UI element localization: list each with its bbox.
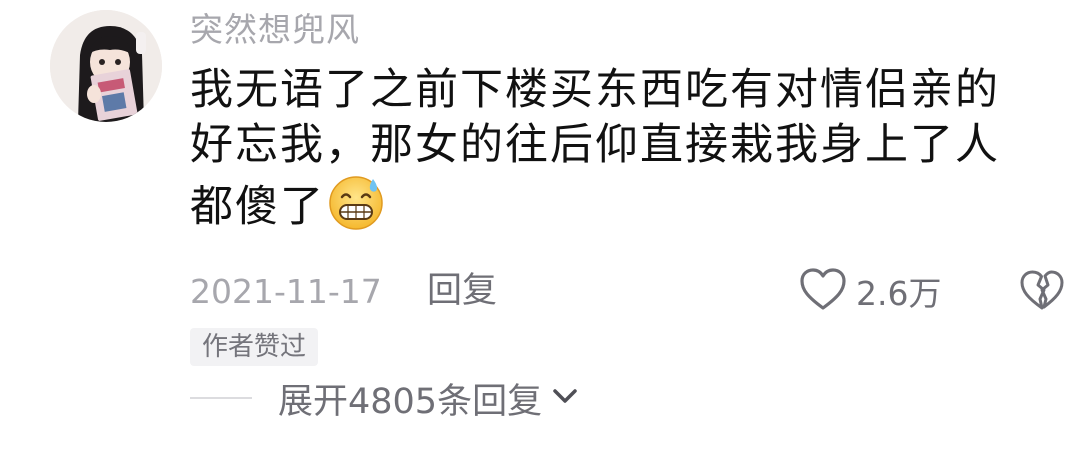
broken-heart-icon xyxy=(1018,270,1066,316)
comment-text-line: 都傻了 xyxy=(190,173,1050,232)
avatar[interactable] xyxy=(50,10,162,122)
comment-text-line: 我无语了之前下楼买东西吃有对情侣亲的 xyxy=(190,65,1000,115)
comment-text: 我无语了之前下楼买东西吃有对情侣亲的 好忘我，那女的往后仰直接栽我身上了人 都傻… xyxy=(190,63,1050,232)
comment-date: 2021-11-17 xyxy=(190,272,382,311)
comment-meta: 2021-11-17 回复 2.6万 xyxy=(190,266,1064,316)
comment-text-line: 好忘我，那女的往后仰直接栽我身上了人 xyxy=(190,120,1000,170)
divider xyxy=(190,397,252,399)
username[interactable]: 突然想兜风 xyxy=(190,8,360,52)
avatar-image xyxy=(50,10,162,122)
author-liked-badge: 作者赞过 xyxy=(190,328,319,366)
dislike-button[interactable] xyxy=(1018,268,1066,316)
expand-replies-button[interactable]: 展开4805条回复 xyxy=(190,372,890,424)
heart-outline-icon xyxy=(798,266,848,316)
like-count: 2.6万 xyxy=(856,274,942,313)
sweat-grin-emoji-icon xyxy=(327,173,385,231)
comment-item: 突然想兜风 我无语了之前下楼买东西吃有对情侣亲的 好忘我，那女的往后仰直接栽我身… xyxy=(0,0,1080,465)
chevron-down-icon xyxy=(542,381,582,415)
like-button[interactable]: 2.6万 xyxy=(798,266,941,316)
reply-button[interactable]: 回复 xyxy=(427,268,497,314)
expand-replies-label: 展开4805条回复 xyxy=(278,381,543,422)
comment-text-segment: 都傻了 xyxy=(190,182,325,232)
